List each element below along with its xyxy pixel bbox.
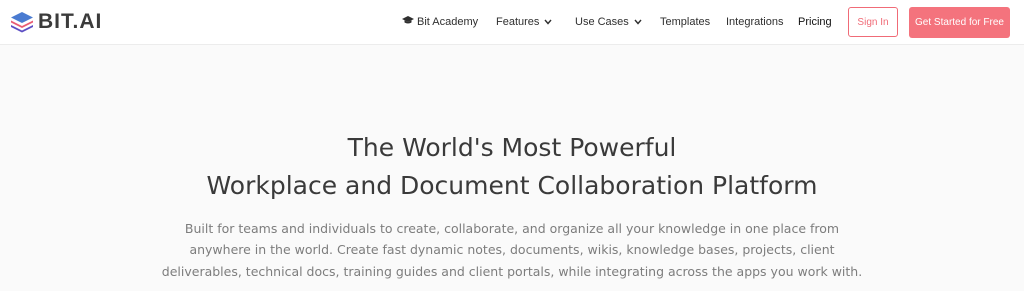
nav-features-dropdown[interactable]: Features bbox=[496, 15, 552, 29]
nav-integrations-label: Integrations bbox=[726, 16, 784, 28]
bit-ai-logo[interactable]: BIT.AI bbox=[10, 11, 102, 33]
chevron-down-icon bbox=[634, 15, 642, 29]
nav-integrations[interactable]: Integrations bbox=[726, 15, 783, 29]
hero-description-line-1: Built for teams and individuals to creat… bbox=[184, 221, 840, 236]
nav-templates[interactable]: Templates bbox=[660, 15, 710, 29]
sign-in-label: Sign In bbox=[857, 16, 889, 28]
logo-text: BIT.AI bbox=[38, 10, 103, 33]
get-started-button[interactable]: Get Started for Free bbox=[909, 7, 1010, 38]
get-started-label: Get Started for Free bbox=[915, 17, 1004, 28]
nav-bit-academy[interactable]: Bit Academy bbox=[402, 15, 478, 29]
nav-features-label: Features bbox=[496, 16, 540, 28]
nav-templates-label: Templates bbox=[660, 16, 711, 28]
hero-description-line-2: anywhere in the world. Create fast dynam… bbox=[189, 242, 835, 257]
hero-description-line-3: deliverables, technical docs, training g… bbox=[161, 264, 863, 279]
hero-headline-line-1: The World's Most Powerful bbox=[347, 133, 677, 162]
nav-bit-academy-label: Bit Academy bbox=[417, 16, 479, 28]
nav-use-cases-label: Use Cases bbox=[575, 16, 629, 28]
sign-in-button[interactable]: Sign In bbox=[848, 7, 898, 37]
layered-diamond-logo-icon bbox=[11, 12, 33, 33]
hero-headline-line-2: Workplace and Document Collaboration Pla… bbox=[206, 171, 818, 200]
nav-use-cases-dropdown[interactable]: Use Cases bbox=[575, 15, 642, 29]
nav-pricing-label: Pricing bbox=[798, 16, 832, 28]
chevron-down-icon bbox=[544, 15, 552, 29]
graduation-cap-icon bbox=[402, 15, 414, 29]
nav-pricing[interactable]: Pricing bbox=[798, 15, 832, 29]
top-navigation-bar: BIT.AI Bit Academy Features Use Cases Te… bbox=[0, 0, 1024, 45]
